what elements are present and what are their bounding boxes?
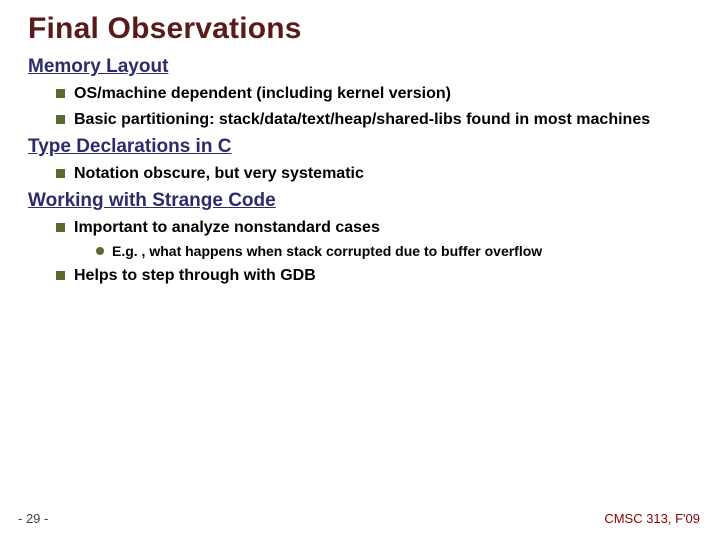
slide-title: Final Observations xyxy=(28,12,692,46)
bullet-list: Notation obscure, but very systematic xyxy=(28,164,692,184)
bullet-item: Helps to step through with GDB xyxy=(56,266,692,286)
bullet-item: Important to analyze nonstandard cases E… xyxy=(56,218,692,260)
bullet-item: Notation obscure, but very systematic xyxy=(56,164,692,184)
section-heading: Type Declarations in C xyxy=(28,136,692,158)
bullet-list: OS/machine dependent (including kernel v… xyxy=(28,84,692,130)
sub-bullet-list: E.g. , what happens when stack corrupted… xyxy=(74,242,692,260)
section-heading: Memory Layout xyxy=(28,56,692,78)
bullet-text: Important to analyze nonstandard cases xyxy=(74,219,380,236)
section-heading: Working with Strange Code xyxy=(28,190,692,212)
page-number: - 29 - xyxy=(18,511,48,526)
slide: Final Observations Memory Layout OS/mach… xyxy=(0,0,720,540)
course-label: CMSC 313, F'09 xyxy=(604,511,700,526)
bullet-item: Basic partitioning: stack/data/text/heap… xyxy=(56,110,692,130)
sub-bullet-item: E.g. , what happens when stack corrupted… xyxy=(96,242,692,260)
bullet-item: OS/machine dependent (including kernel v… xyxy=(56,84,692,104)
bullet-list: Important to analyze nonstandard cases E… xyxy=(28,218,692,286)
